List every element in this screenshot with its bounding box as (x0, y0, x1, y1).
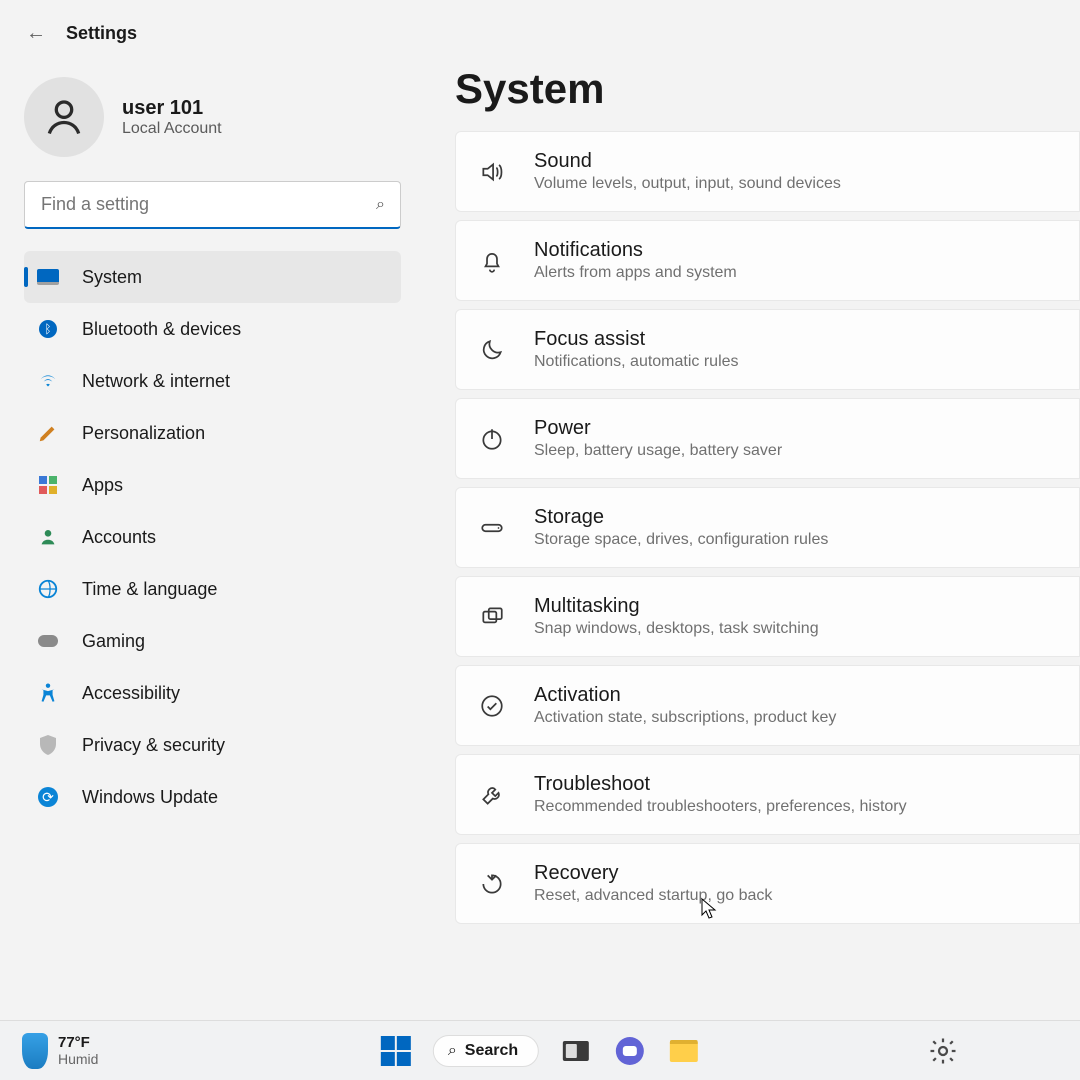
taskbar-search-label: Search (465, 1042, 518, 1060)
main-content: System Sound Volume levels, output, inpu… (415, 55, 1080, 1010)
sound-icon (476, 156, 508, 188)
sidebar-item-system[interactable]: System (24, 251, 401, 303)
sidebar-item-label: Windows Update (82, 787, 218, 808)
sidebar-item-label: Gaming (82, 631, 145, 652)
card-troubleshoot[interactable]: Troubleshoot Recommended troubleshooters… (455, 754, 1080, 835)
card-title: Activation (534, 684, 836, 707)
sidebar-item-personalization[interactable]: Personalization (24, 407, 401, 459)
start-button[interactable] (379, 1034, 413, 1068)
card-sub: Volume levels, output, input, sound devi… (534, 175, 841, 193)
bell-icon (476, 245, 508, 277)
card-sub: Snap windows, desktops, task switching (534, 620, 819, 638)
settings-card-list: Sound Volume levels, output, input, soun… (455, 131, 1080, 924)
card-focus-assist[interactable]: Focus assist Notifications, automatic ru… (455, 309, 1080, 390)
sidebar-item-label: Accounts (82, 527, 156, 548)
search-input[interactable] (24, 181, 401, 229)
card-storage[interactable]: Storage Storage space, drives, configura… (455, 487, 1080, 568)
person-icon (36, 525, 60, 549)
file-explorer-button[interactable] (667, 1034, 701, 1068)
sidebar-item-update[interactable]: ⟳ Windows Update (24, 771, 401, 823)
sidebar-item-label: Privacy & security (82, 735, 225, 756)
card-recovery[interactable]: Recovery Reset, advanced startup, go bac… (455, 843, 1080, 924)
sidebar-item-label: System (82, 267, 142, 288)
card-multitasking[interactable]: Multitasking Snap windows, desktops, tas… (455, 576, 1080, 657)
card-title: Storage (534, 506, 828, 529)
wifi-icon (36, 369, 60, 393)
card-sub: Recommended troubleshooters, preferences… (534, 798, 907, 816)
card-sound[interactable]: Sound Volume levels, output, input, soun… (455, 131, 1080, 212)
search-icon: ⌕ (448, 1042, 457, 1060)
page-title: System (455, 65, 1080, 113)
taskbar: 77°F Humid ⌕ Search (0, 1020, 1080, 1080)
card-sub: Storage space, drives, configuration rul… (534, 531, 828, 549)
bluetooth-icon: ᛒ (36, 317, 60, 341)
clock-globe-icon (36, 577, 60, 601)
user-block[interactable]: user 101 Local Account (24, 73, 401, 181)
sidebar-item-accounts[interactable]: Accounts (24, 511, 401, 563)
sidebar-item-privacy[interactable]: Privacy & security (24, 719, 401, 771)
sidebar-item-label: Personalization (82, 423, 205, 444)
card-title: Sound (534, 150, 841, 173)
check-circle-icon (476, 690, 508, 722)
paintbrush-icon (36, 421, 60, 445)
wrench-icon (476, 779, 508, 811)
avatar (24, 77, 104, 157)
header-title: Settings (66, 23, 137, 44)
sidebar-item-apps[interactable]: Apps (24, 459, 401, 511)
card-title: Troubleshoot (534, 773, 907, 796)
taskbar-search[interactable]: ⌕ Search (433, 1035, 539, 1067)
card-title: Recovery (534, 862, 772, 885)
power-icon (476, 423, 508, 455)
chat-button[interactable] (613, 1034, 647, 1068)
back-button[interactable]: ← (26, 22, 46, 45)
sidebar-item-label: Accessibility (82, 683, 180, 704)
moon-icon (476, 334, 508, 366)
user-sub: Local Account (122, 120, 222, 138)
card-sub: Notifications, automatic rules (534, 353, 739, 371)
search-wrap: ⌕ (24, 181, 401, 229)
sidebar-item-network[interactable]: Network & internet (24, 355, 401, 407)
sidebar-item-label: Apps (82, 475, 123, 496)
card-activation[interactable]: Activation Activation state, subscriptio… (455, 665, 1080, 746)
card-notifications[interactable]: Notifications Alerts from apps and syste… (455, 220, 1080, 301)
taskbar-weather[interactable]: 77°F Humid (22, 1033, 98, 1069)
shield-icon (36, 733, 60, 757)
card-title: Focus assist (534, 328, 739, 351)
sidebar-item-time[interactable]: Time & language (24, 563, 401, 615)
search-icon[interactable]: ⌕ (376, 196, 385, 214)
card-sub: Alerts from apps and system (534, 264, 737, 282)
monitor-icon (36, 265, 60, 289)
gamepad-icon (36, 629, 60, 653)
sidebar-item-gaming[interactable]: Gaming (24, 615, 401, 667)
update-icon: ⟳ (36, 785, 60, 809)
card-power[interactable]: Power Sleep, battery usage, battery save… (455, 398, 1080, 479)
sidebar-item-accessibility[interactable]: Accessibility (24, 667, 401, 719)
sidebar-item-label: Time & language (82, 579, 217, 600)
multitasking-icon (476, 601, 508, 633)
storage-icon (476, 512, 508, 544)
sidebar-item-label: Network & internet (82, 371, 230, 392)
task-view-button[interactable] (559, 1034, 593, 1068)
user-name: user 101 (122, 97, 222, 120)
window-header: ← Settings (0, 0, 1080, 55)
sidebar: user 101 Local Account ⌕ System ᛒ Blueto… (0, 55, 415, 1010)
recovery-icon (476, 868, 508, 900)
accessibility-icon (36, 681, 60, 705)
card-sub: Reset, advanced startup, go back (534, 887, 772, 905)
weather-icon (22, 1033, 48, 1069)
apps-icon (36, 473, 60, 497)
sidebar-item-bluetooth[interactable]: ᛒ Bluetooth & devices (24, 303, 401, 355)
card-title: Multitasking (534, 595, 819, 618)
card-title: Power (534, 417, 782, 440)
weather-temp: 77°F (58, 1034, 98, 1051)
sidebar-item-label: Bluetooth & devices (82, 319, 241, 340)
card-title: Notifications (534, 239, 737, 262)
card-sub: Sleep, battery usage, battery saver (534, 442, 782, 460)
card-sub: Activation state, subscriptions, product… (534, 709, 836, 727)
settings-taskbar-icon[interactable] (926, 1034, 960, 1068)
weather-cond: Humid (58, 1051, 98, 1067)
nav-list: System ᛒ Bluetooth & devices Network & i… (24, 251, 401, 823)
